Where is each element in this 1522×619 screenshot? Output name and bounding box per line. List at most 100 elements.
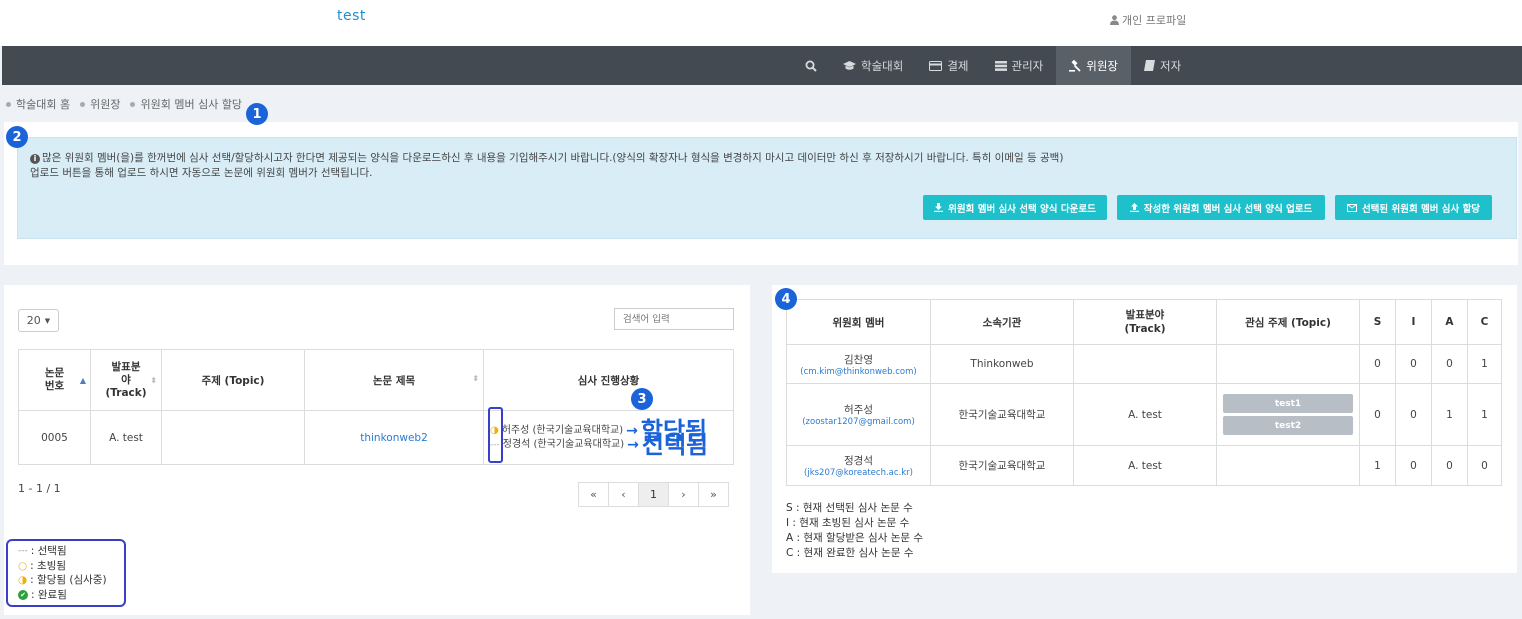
- member-topics: test1 test2: [1216, 383, 1360, 446]
- breadcrumb-label: 위원회 멤버 심사 할당: [140, 98, 243, 111]
- member-c: 1: [1467, 344, 1502, 384]
- sort-icon: ⬍: [150, 376, 157, 385]
- arrow-icon: →: [626, 422, 638, 439]
- nav-admin-label: 관리자: [1011, 58, 1044, 73]
- breadcrumb-dot: [6, 101, 11, 107]
- legend-item: ○: 초빙됨: [18, 559, 124, 574]
- brand-title[interactable]: test: [337, 8, 366, 24]
- prev-page-button[interactable]: ‹: [608, 482, 639, 507]
- upload-icon: [1129, 203, 1139, 212]
- note-i: I : 현재 초빙된 심사 논문 수: [786, 517, 910, 529]
- legend-label: : 완료됨: [31, 588, 67, 601]
- members-table: 위원회 멤버 소속기관 발표분야 (Track) 관심 주제 (Topic) S…: [786, 299, 1502, 486]
- breadcrumb-current: 위원회 멤버 심사 할당: [130, 96, 242, 112]
- annotation-marker-2: 2: [6, 126, 28, 148]
- header-review-progress-label: 심사 진행상황: [577, 374, 640, 387]
- nav-chair-label: 위원장: [1086, 58, 1118, 73]
- legend-label: : 할당됨 (심사중): [30, 574, 107, 586]
- member-cell: 김찬영 (cm.kim@thinkonweb.com): [786, 344, 931, 384]
- download-template-button[interactable]: 위원회 멤버 심사 선택 양식 다운로드: [923, 195, 1107, 220]
- legend-label: : 선택됨: [30, 545, 67, 557]
- download-template-label: 위원회 멤버 심사 선택 양식 다운로드: [948, 203, 1096, 215]
- member-topics: [1216, 445, 1360, 486]
- paper-track: A. test: [90, 410, 162, 465]
- paper-title[interactable]: thinkonweb2: [360, 432, 428, 444]
- nav-search[interactable]: [792, 46, 830, 85]
- reviewer-line[interactable]: --- 정경석 (한국기술교육대학교) → 선택됨: [490, 430, 733, 459]
- status-annotation: 선택됨: [641, 430, 709, 459]
- topic-tag[interactable]: test1: [1223, 394, 1353, 413]
- result-count: 1 - 1 / 1: [18, 482, 61, 495]
- member-name: 정경석: [844, 455, 873, 467]
- header-paper-number[interactable]: 논문 번호 ▲: [18, 349, 91, 411]
- member-track: [1073, 344, 1217, 384]
- reviewer-name: 정경석 (한국기술교육대학교): [502, 438, 625, 450]
- nav-chair[interactable]: 위원장: [1056, 46, 1131, 85]
- breadcrumb: 학술대회 홈 위원장 위원회 멤버 심사 할당: [6, 96, 242, 112]
- header-member: 위원회 멤버: [786, 299, 931, 345]
- nav-admin[interactable]: 관리자: [982, 46, 1057, 85]
- member-i: 0: [1395, 445, 1432, 486]
- caret-down-icon: ▼: [44, 316, 51, 325]
- dashed-line-icon: ---: [18, 546, 28, 556]
- member-c: 1: [1467, 383, 1502, 446]
- nav-conference[interactable]: 학술대회: [830, 46, 916, 85]
- header-topic-label: 주제 (Topic): [201, 374, 265, 387]
- paper-number: 0005: [18, 410, 91, 465]
- nav-payment[interactable]: 결제: [916, 46, 981, 85]
- pagination: « ‹ 1 › »: [578, 482, 729, 507]
- member-s: 0: [1359, 344, 1396, 384]
- last-page-button[interactable]: »: [698, 482, 729, 507]
- first-page-button[interactable]: «: [578, 482, 609, 507]
- breadcrumb-label: 학술대회 홈: [16, 98, 71, 111]
- header-i: I: [1395, 299, 1432, 345]
- breadcrumb-dot: [80, 101, 86, 107]
- review-progress-cell: ◑ 허주성 (한국기술교육대학교) → 할당됨 --- 정경석 (한국기술교육대…: [483, 407, 734, 465]
- upload-template-label: 작성한 위원회 멤버 심사 선택 양식 업로드: [1143, 203, 1313, 215]
- breadcrumb-chair[interactable]: 위원장: [80, 96, 120, 112]
- header-review-progress: 심사 진행상황: [483, 349, 734, 411]
- book-icon: [1144, 60, 1155, 71]
- note-a: A : 현재 할당받은 심사 논문 수: [786, 532, 924, 544]
- member-s: 1: [1359, 445, 1396, 486]
- member-name: 김찬영: [844, 353, 873, 366]
- search-input[interactable]: [614, 308, 734, 330]
- header-track[interactable]: 발표분 야 (Track) ⬍: [90, 349, 162, 411]
- member-c: 0: [1467, 445, 1502, 486]
- annotation-marker-4: 4: [775, 288, 797, 310]
- member-email: (cm.kim@thinkonweb.com): [800, 366, 917, 377]
- header-paper-title-label: 논문 제목: [372, 374, 416, 387]
- header-paper-title[interactable]: 논문 제목 ⬍: [304, 349, 484, 411]
- page-1-button[interactable]: 1: [638, 482, 669, 507]
- header-s: S: [1359, 299, 1396, 345]
- member-a: 1: [1431, 383, 1468, 446]
- envelope-icon: [1346, 203, 1357, 212]
- profile-link[interactable]: 개인 프로파일: [1110, 12, 1186, 28]
- info-icon: i: [30, 154, 40, 164]
- alert-line-1: 많은 위원회 멤버(을)를 한꺼번에 심사 선택/할당하시고자 한다면 제공되는…: [42, 152, 1064, 164]
- page-size-value: 20: [26, 314, 41, 327]
- member-i: 0: [1395, 383, 1432, 446]
- page-size-select[interactable]: 20 ▼: [18, 309, 59, 332]
- nav-author-label: 저자: [1160, 58, 1182, 73]
- upload-template-button[interactable]: 작성한 위원회 멤버 심사 선택 양식 업로드: [1117, 195, 1325, 220]
- table-row[interactable]: 허주성 (zoostar1207@gmail.com) 한국기술교육대학교 A. …: [786, 383, 1502, 446]
- nav-author[interactable]: 저자: [1131, 46, 1194, 85]
- member-i: 0: [1395, 344, 1432, 384]
- profile-label: 개인 프로파일: [1122, 14, 1187, 27]
- member-a: 0: [1431, 445, 1468, 486]
- info-alert: i 많은 위원회 멤버(을)를 한꺼번에 심사 선택/할당하시고자 한다면 제공되…: [17, 137, 1517, 239]
- member-name: 허주성: [844, 404, 873, 416]
- member-org: Thinkonweb: [930, 344, 1074, 384]
- paper-title-link[interactable]: thinkonweb2: [304, 410, 484, 465]
- assign-selected-button[interactable]: 선택된 위원회 멤버 심사 할당: [1335, 195, 1492, 220]
- next-page-button[interactable]: ›: [668, 482, 699, 507]
- legend-label: : 초빙됨: [30, 559, 67, 572]
- table-row[interactable]: 정경석 (jks207@koreatech.ac.kr) 한국기술교육대학교 A.…: [786, 445, 1502, 486]
- table-row[interactable]: 김찬영 (cm.kim@thinkonweb.com) Thinkonweb 0 …: [786, 344, 1502, 384]
- status-highlight-box: [488, 407, 503, 463]
- arrow-icon: →: [627, 436, 639, 453]
- server-icon: [994, 60, 1007, 71]
- breadcrumb-conference-home[interactable]: 학술대회 홈: [6, 96, 70, 112]
- topic-tag[interactable]: test2: [1223, 416, 1353, 435]
